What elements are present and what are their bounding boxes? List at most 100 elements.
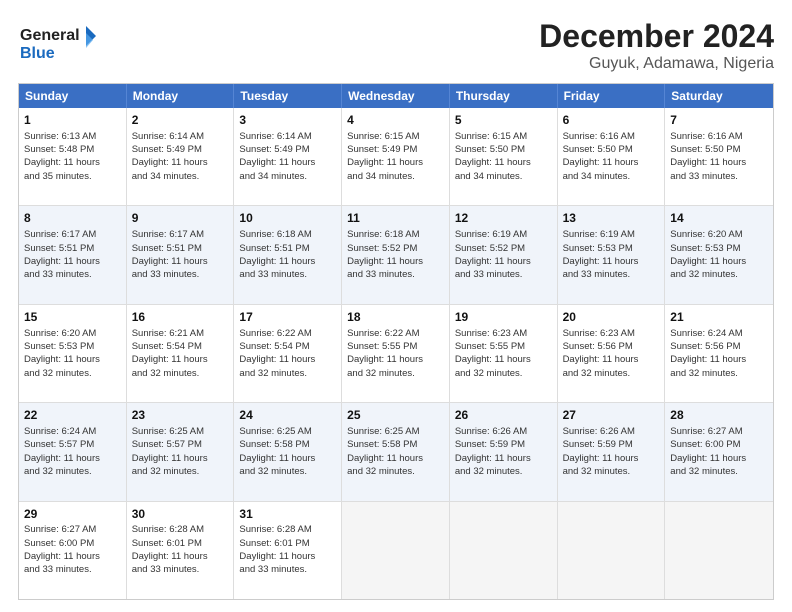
calendar-cell: 12Sunrise: 6:19 AMSunset: 5:52 PMDayligh… xyxy=(450,206,558,303)
day-info: Daylight: 11 hours xyxy=(132,255,229,268)
day-info: Sunset: 5:53 PM xyxy=(670,242,768,255)
title-block: December 2024 Guyuk, Adamawa, Nigeria xyxy=(539,18,774,73)
day-info: and 32 minutes. xyxy=(670,367,768,380)
day-info: Sunrise: 6:14 AM xyxy=(239,130,336,143)
day-info: Sunset: 5:57 PM xyxy=(24,438,121,451)
day-info: and 33 minutes. xyxy=(239,563,336,576)
calendar-cell xyxy=(450,502,558,599)
day-number: 14 xyxy=(670,210,768,227)
calendar-row: 1Sunrise: 6:13 AMSunset: 5:48 PMDaylight… xyxy=(19,108,773,205)
day-info: and 33 minutes. xyxy=(239,268,336,281)
day-info: and 33 minutes. xyxy=(455,268,552,281)
day-info: Sunset: 5:49 PM xyxy=(347,143,444,156)
header-friday: Friday xyxy=(558,84,666,108)
calendar-cell: 3Sunrise: 6:14 AMSunset: 5:49 PMDaylight… xyxy=(234,108,342,205)
day-info: Sunrise: 6:13 AM xyxy=(24,130,121,143)
day-info: Daylight: 11 hours xyxy=(239,452,336,465)
day-number: 17 xyxy=(239,309,336,326)
day-info: Sunset: 5:55 PM xyxy=(455,340,552,353)
calendar-cell: 18Sunrise: 6:22 AMSunset: 5:55 PMDayligh… xyxy=(342,305,450,402)
calendar-cell: 19Sunrise: 6:23 AMSunset: 5:55 PMDayligh… xyxy=(450,305,558,402)
day-number: 6 xyxy=(563,112,660,129)
svg-text:General: General xyxy=(20,27,80,44)
day-info: Sunset: 5:53 PM xyxy=(563,242,660,255)
calendar-cell: 14Sunrise: 6:20 AMSunset: 5:53 PMDayligh… xyxy=(665,206,773,303)
day-number: 27 xyxy=(563,407,660,424)
day-info: Sunset: 5:48 PM xyxy=(24,143,121,156)
day-info: and 32 minutes. xyxy=(24,465,121,478)
day-info: Sunset: 5:49 PM xyxy=(239,143,336,156)
day-info: Sunrise: 6:28 AM xyxy=(132,523,229,536)
day-number: 23 xyxy=(132,407,229,424)
day-number: 30 xyxy=(132,506,229,523)
day-number: 3 xyxy=(239,112,336,129)
day-info: and 33 minutes. xyxy=(670,170,768,183)
day-info: Sunset: 5:51 PM xyxy=(24,242,121,255)
day-info: Daylight: 11 hours xyxy=(455,255,552,268)
day-info: Sunrise: 6:25 AM xyxy=(347,425,444,438)
day-info: Sunset: 5:54 PM xyxy=(132,340,229,353)
day-number: 28 xyxy=(670,407,768,424)
day-info: Daylight: 11 hours xyxy=(347,452,444,465)
day-number: 1 xyxy=(24,112,121,129)
header-wednesday: Wednesday xyxy=(342,84,450,108)
calendar-row: 15Sunrise: 6:20 AMSunset: 5:53 PMDayligh… xyxy=(19,304,773,402)
calendar-header: Sunday Monday Tuesday Wednesday Thursday… xyxy=(19,84,773,108)
header-saturday: Saturday xyxy=(665,84,773,108)
calendar-body: 1Sunrise: 6:13 AMSunset: 5:48 PMDaylight… xyxy=(19,108,773,599)
day-number: 16 xyxy=(132,309,229,326)
day-info: Daylight: 11 hours xyxy=(239,255,336,268)
logo-icon: General Blue xyxy=(18,18,98,68)
calendar-cell: 6Sunrise: 6:16 AMSunset: 5:50 PMDaylight… xyxy=(558,108,666,205)
day-number: 24 xyxy=(239,407,336,424)
day-info: Sunset: 5:58 PM xyxy=(347,438,444,451)
calendar-cell: 30Sunrise: 6:28 AMSunset: 6:01 PMDayligh… xyxy=(127,502,235,599)
day-info: Sunset: 5:54 PM xyxy=(239,340,336,353)
day-info: Daylight: 11 hours xyxy=(347,353,444,366)
header-monday: Monday xyxy=(127,84,235,108)
day-info: Sunset: 5:53 PM xyxy=(24,340,121,353)
day-info: Sunrise: 6:24 AM xyxy=(24,425,121,438)
day-info: Daylight: 11 hours xyxy=(24,156,121,169)
day-info: Sunset: 5:56 PM xyxy=(563,340,660,353)
day-info: and 34 minutes. xyxy=(563,170,660,183)
day-info: and 32 minutes. xyxy=(132,367,229,380)
calendar: Sunday Monday Tuesday Wednesday Thursday… xyxy=(18,83,774,600)
day-number: 4 xyxy=(347,112,444,129)
calendar-cell: 22Sunrise: 6:24 AMSunset: 5:57 PMDayligh… xyxy=(19,403,127,500)
calendar-cell: 23Sunrise: 6:25 AMSunset: 5:57 PMDayligh… xyxy=(127,403,235,500)
day-number: 5 xyxy=(455,112,552,129)
day-info: Sunrise: 6:17 AM xyxy=(132,228,229,241)
calendar-cell xyxy=(558,502,666,599)
day-info: Daylight: 11 hours xyxy=(132,550,229,563)
day-info: Sunrise: 6:28 AM xyxy=(239,523,336,536)
day-info: Daylight: 11 hours xyxy=(563,255,660,268)
svg-text:Blue: Blue xyxy=(20,45,55,62)
day-info: and 32 minutes. xyxy=(239,367,336,380)
day-number: 10 xyxy=(239,210,336,227)
day-number: 22 xyxy=(24,407,121,424)
calendar-cell: 13Sunrise: 6:19 AMSunset: 5:53 PMDayligh… xyxy=(558,206,666,303)
day-info: Sunset: 5:50 PM xyxy=(563,143,660,156)
day-info: and 34 minutes. xyxy=(239,170,336,183)
calendar-cell: 10Sunrise: 6:18 AMSunset: 5:51 PMDayligh… xyxy=(234,206,342,303)
day-info: Sunrise: 6:20 AM xyxy=(24,327,121,340)
calendar-cell xyxy=(665,502,773,599)
day-info: Daylight: 11 hours xyxy=(347,156,444,169)
day-info: and 32 minutes. xyxy=(239,465,336,478)
day-info: and 32 minutes. xyxy=(347,367,444,380)
day-info: Daylight: 11 hours xyxy=(24,550,121,563)
day-info: Sunrise: 6:22 AM xyxy=(347,327,444,340)
day-info: Daylight: 11 hours xyxy=(239,156,336,169)
day-info: Daylight: 11 hours xyxy=(24,353,121,366)
day-number: 31 xyxy=(239,506,336,523)
day-info: Sunrise: 6:23 AM xyxy=(563,327,660,340)
day-info: Sunrise: 6:19 AM xyxy=(563,228,660,241)
day-info: Sunset: 5:55 PM xyxy=(347,340,444,353)
calendar-cell xyxy=(342,502,450,599)
calendar-row: 29Sunrise: 6:27 AMSunset: 6:00 PMDayligh… xyxy=(19,501,773,599)
day-info: Daylight: 11 hours xyxy=(563,452,660,465)
calendar-cell: 31Sunrise: 6:28 AMSunset: 6:01 PMDayligh… xyxy=(234,502,342,599)
day-number: 26 xyxy=(455,407,552,424)
day-info: Daylight: 11 hours xyxy=(670,156,768,169)
